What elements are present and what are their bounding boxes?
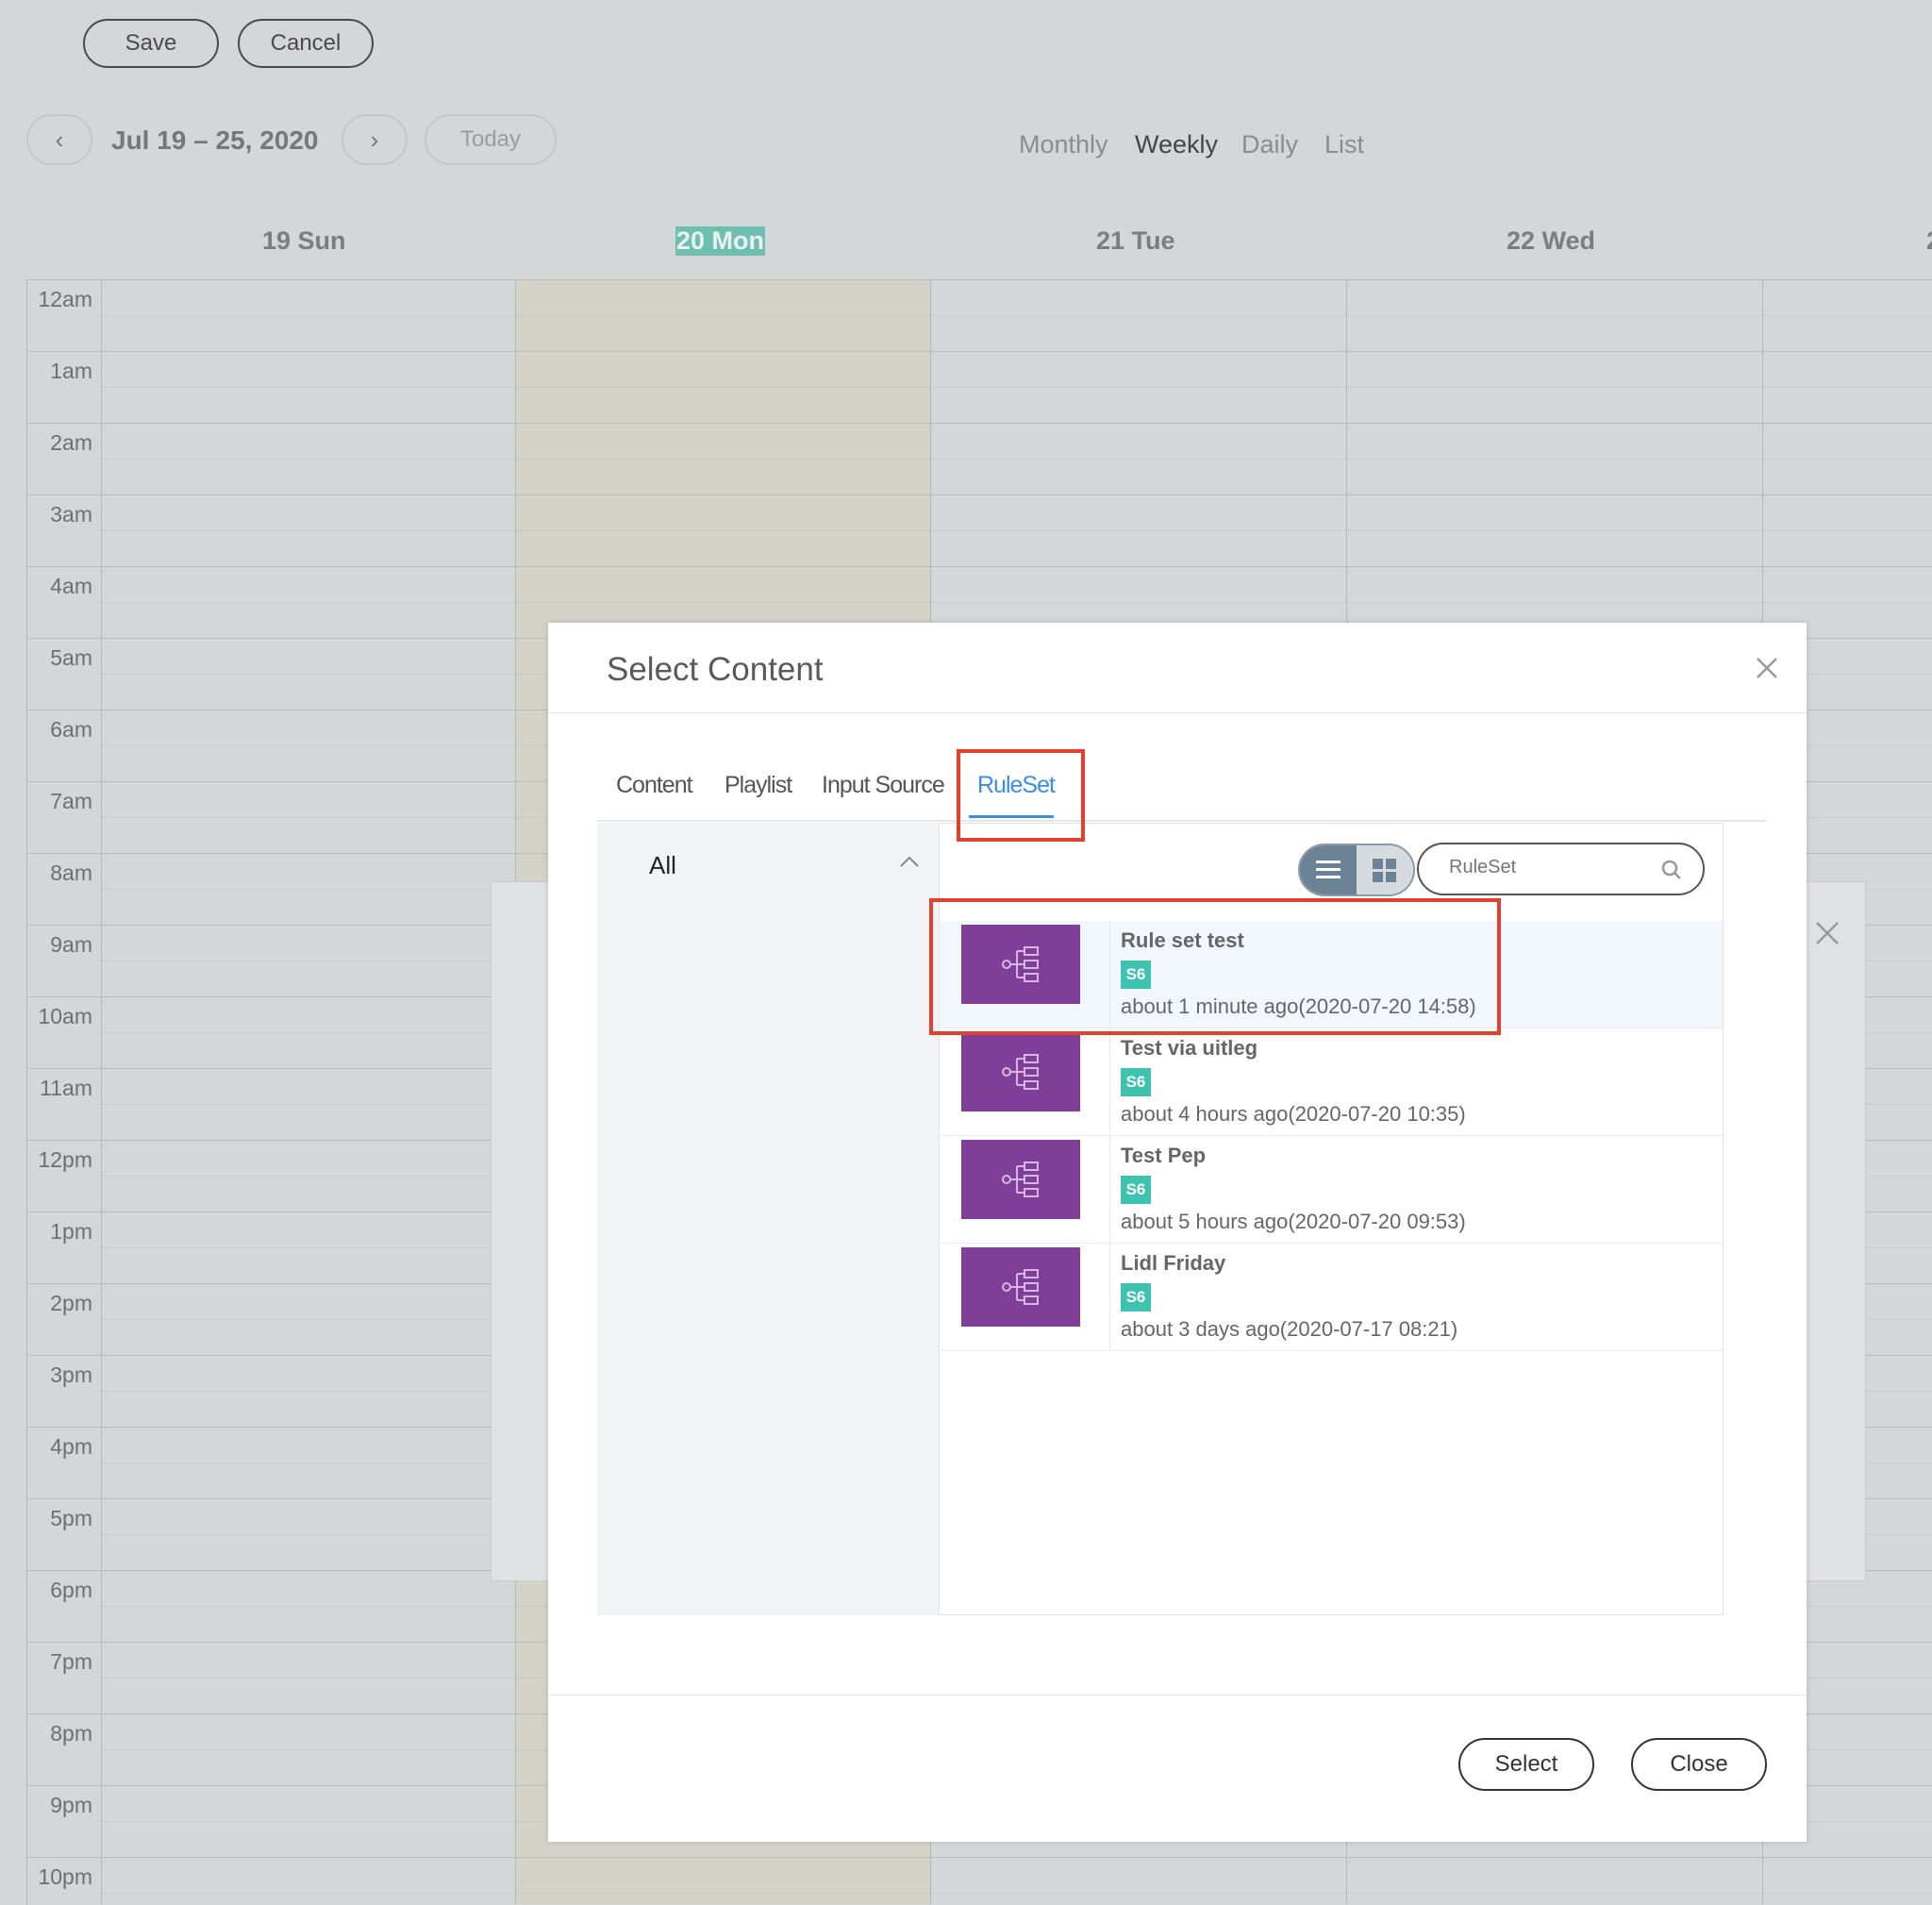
- view-list[interactable]: List: [1324, 130, 1364, 159]
- prev-week-button[interactable]: ‹: [26, 114, 92, 165]
- time-label: 9pm: [50, 1793, 92, 1817]
- day-header-wed: 22 Wed: [1507, 226, 1596, 255]
- time-label: 10pm: [38, 1864, 92, 1889]
- header-divider: [548, 712, 1807, 713]
- highlight-first-item: [929, 898, 1501, 1035]
- device-badge: S6: [1121, 1283, 1151, 1312]
- time-label: 4pm: [50, 1434, 92, 1459]
- time-label: 5am: [50, 645, 92, 670]
- list-item[interactable]: Test Pep S6 about 5 hours ago(2020-07-20 0…: [940, 1136, 1723, 1244]
- day-header-partial: 2: [1926, 226, 1932, 256]
- tab-playlist[interactable]: Playlist: [724, 772, 792, 799]
- save-button[interactable]: Save: [83, 19, 219, 68]
- select-content-modal: Select Content Content Playlist Input So…: [548, 623, 1807, 1842]
- time-label: 7pm: [50, 1649, 92, 1674]
- list-view-button[interactable]: [1300, 845, 1357, 894]
- view-toggle: [1298, 844, 1415, 896]
- ruleset-thumbnail: [961, 1247, 1080, 1327]
- grid-divider: [101, 279, 102, 1904]
- time-label: 12am: [38, 287, 92, 311]
- hour-line: [26, 566, 1932, 567]
- chevron-left-icon: ‹: [55, 125, 64, 154]
- half-hour-line: [102, 387, 1932, 388]
- hour-line: [26, 1857, 1932, 1858]
- time-label: 3am: [50, 502, 92, 526]
- highlight-ruleset-tab: [957, 749, 1085, 842]
- hour-line: [26, 279, 1932, 280]
- half-hour-line: [102, 315, 1932, 316]
- ruleset-thumbnail: [961, 1140, 1080, 1219]
- item-modified: about 4 hours ago(2020-07-20 10:35): [1121, 1102, 1466, 1126]
- time-label: 7am: [50, 789, 92, 813]
- search-input[interactable]: [1447, 856, 1649, 879]
- device-badge: S6: [1121, 1176, 1151, 1204]
- ruleset-search[interactable]: [1417, 843, 1705, 895]
- ruleset-tree-icon: [1002, 1054, 1039, 1090]
- time-label: 4am: [50, 574, 92, 598]
- tab-content[interactable]: Content: [616, 772, 693, 799]
- half-hour-line: [102, 1893, 1932, 1894]
- cancel-button[interactable]: Cancel: [238, 19, 374, 68]
- ruleset-tree-icon: [1002, 1269, 1039, 1305]
- time-label: 10am: [38, 1004, 92, 1028]
- time-label: 1pm: [50, 1219, 92, 1244]
- date-range-title: Jul 19 – 25, 2020: [111, 125, 319, 155]
- thumbnail-cell: [940, 1244, 1110, 1350]
- tabs-divider: [597, 820, 1767, 822]
- time-label: 8am: [50, 861, 92, 885]
- hour-line: [26, 494, 1932, 495]
- grid-icon: [1373, 859, 1396, 882]
- category-all[interactable]: All: [649, 851, 676, 880]
- chevron-up-icon[interactable]: [899, 855, 920, 868]
- close-icon[interactable]: [1750, 651, 1784, 685]
- time-label: 9am: [50, 932, 92, 957]
- time-label: 3pm: [50, 1362, 92, 1387]
- category-pane: All: [597, 823, 939, 1615]
- close-button[interactable]: Close: [1631, 1738, 1767, 1791]
- time-label: 2am: [50, 430, 92, 455]
- list-item[interactable]: Test via uitleg S6 about 4 hours ago(2020-…: [940, 1028, 1723, 1136]
- day-header-tue: 21 Tue: [1096, 226, 1175, 255]
- footer-divider: [548, 1695, 1807, 1696]
- list-item[interactable]: Lidl Friday S6 about 3 days ago(2020-07-17…: [940, 1244, 1723, 1351]
- half-hour-line: [102, 602, 1932, 603]
- time-label: 12pm: [38, 1147, 92, 1172]
- view-weekly[interactable]: Weekly: [1135, 130, 1218, 159]
- tab-input-source[interactable]: Input Source: [822, 772, 945, 799]
- item-name: Test via uitleg: [1121, 1036, 1258, 1060]
- thumbnail-cell: [940, 1136, 1110, 1243]
- next-week-button[interactable]: ›: [341, 114, 408, 165]
- modal-title: Select Content: [607, 651, 824, 688]
- item-name: Test Pep: [1121, 1144, 1207, 1167]
- half-hour-line: [102, 530, 1932, 531]
- today-button[interactable]: Today: [425, 114, 557, 165]
- time-label: 1am: [50, 359, 92, 383]
- ruleset-thumbnail: [961, 1032, 1080, 1111]
- time-label: 6am: [50, 717, 92, 742]
- item-name: Lidl Friday: [1121, 1251, 1226, 1275]
- time-label: 5pm: [50, 1506, 92, 1530]
- time-label: 6pm: [50, 1578, 92, 1602]
- hour-line: [26, 351, 1932, 352]
- item-modified: about 3 days ago(2020-07-17 08:21): [1121, 1317, 1458, 1341]
- view-daily[interactable]: Daily: [1241, 130, 1298, 159]
- time-label: 11am: [40, 1076, 92, 1100]
- view-monthly[interactable]: Monthly: [1019, 130, 1108, 159]
- list-icon: [1316, 861, 1341, 878]
- grid-view-button[interactable]: [1357, 845, 1413, 894]
- hour-line: [26, 423, 1932, 424]
- time-label: 2pm: [50, 1291, 92, 1315]
- ruleset-tree-icon: [1002, 1161, 1039, 1197]
- half-hour-line: [102, 459, 1932, 460]
- time-label: 8pm: [50, 1721, 92, 1746]
- thumbnail-cell: [940, 1028, 1110, 1135]
- item-modified: about 5 hours ago(2020-07-20 09:53): [1121, 1210, 1466, 1233]
- chevron-right-icon: ›: [370, 125, 379, 154]
- select-button[interactable]: Select: [1458, 1738, 1594, 1791]
- search-icon[interactable]: [1661, 860, 1682, 880]
- device-badge: S6: [1121, 1068, 1151, 1096]
- day-header-sun: 19 Sun: [262, 226, 346, 255]
- day-header-mon: 20 Mon: [675, 226, 766, 256]
- background-close-icon: [1816, 922, 1839, 944]
